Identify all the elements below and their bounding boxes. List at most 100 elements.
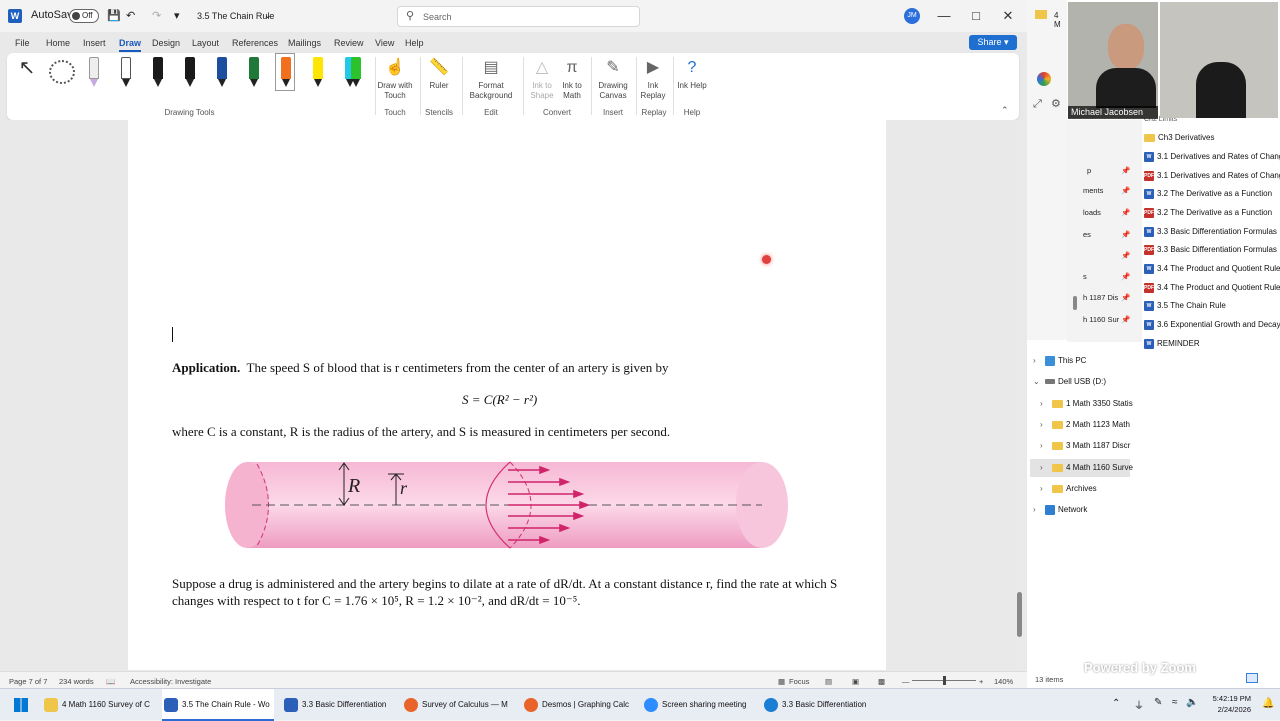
quick-access-item[interactable]: ments xyxy=(1083,186,1103,195)
tree-item-folder[interactable]: › Archives xyxy=(1040,482,1097,496)
taskbar-edge[interactable]: 3.3 Basic Differentiation xyxy=(762,689,882,721)
highlighter-orange-icon[interactable] xyxy=(275,53,295,91)
accessibility-status[interactable]: Accessibility: Investigate xyxy=(130,677,211,686)
page-count[interactable]: Page 7 of 7 xyxy=(9,677,47,686)
chevron-right-icon[interactable]: › xyxy=(1033,503,1045,517)
menu-file[interactable]: File xyxy=(15,38,30,48)
file-item[interactable]: W 3.5 The Chain Rule xyxy=(1144,299,1226,313)
nav-scrollbar-thumb[interactable] xyxy=(1073,296,1077,310)
taskbar-zoom[interactable]: Screen sharing meeting xyxy=(642,689,754,721)
chevron-right-icon[interactable]: › xyxy=(1040,397,1052,411)
ink-help-button[interactable]: Ink Help xyxy=(677,81,707,91)
taskbar-firefox-desmos[interactable]: Desmos | Graphing Calc xyxy=(522,689,634,721)
menu-review[interactable]: Review xyxy=(334,38,364,48)
chevron-right-icon[interactable]: › xyxy=(1040,482,1052,496)
menu-mailings[interactable]: Mailings xyxy=(288,38,321,48)
drawing-canvas-icon[interactable]: ✎ xyxy=(603,58,623,78)
menu-insert[interactable]: Insert xyxy=(83,38,106,48)
chevron-right-icon[interactable]: › xyxy=(1040,418,1052,432)
ruler-button[interactable]: Ruler xyxy=(421,81,457,91)
pen-lavender-icon[interactable] xyxy=(87,57,99,87)
customize-qat-icon[interactable]: ▾ xyxy=(174,9,180,22)
zoom-out-icon[interactable]: — xyxy=(902,677,910,686)
tree-item-this-pc[interactable]: › This PC xyxy=(1033,354,1086,368)
vertical-scrollbar[interactable] xyxy=(1016,120,1024,670)
tree-item-folder[interactable]: › 3 Math 1187 Discr xyxy=(1040,439,1130,453)
pen-green-icon[interactable] xyxy=(247,57,259,87)
format-background-icon[interactable]: ▤ xyxy=(481,58,501,78)
file-item[interactable]: PDF 3.4 The Product and Quotient Rule xyxy=(1144,281,1280,295)
wifi-icon[interactable]: ≈ xyxy=(1172,697,1178,708)
ink-replay-icon[interactable]: ▶ xyxy=(643,58,663,78)
clock[interactable]: 5:42:19 PM 2/24/2026 xyxy=(1205,693,1251,715)
windows-start-icon[interactable] xyxy=(14,698,28,712)
menu-home[interactable]: Home xyxy=(46,38,70,48)
menu-references[interactable]: References xyxy=(232,38,278,48)
document-title[interactable]: 3.5 The Chain Rule xyxy=(197,11,274,21)
zoom-in-icon[interactable]: + xyxy=(979,677,983,686)
file-item[interactable]: Ch3 Derivatives xyxy=(1144,131,1214,145)
speaker-icon[interactable]: 🔈 xyxy=(1186,697,1198,708)
tree-item-folder-selected[interactable]: › 4 Math 1160 Surve xyxy=(1040,461,1133,475)
tree-item-network[interactable]: › Network xyxy=(1033,503,1087,517)
focus-icon[interactable]: ▦ xyxy=(778,677,785,686)
file-item[interactable]: W 3.3 Basic Differentiation Formulas xyxy=(1144,225,1277,239)
autosave-toggle[interactable]: Off xyxy=(69,9,99,23)
quick-access-item[interactable]: h 1187 Dis xyxy=(1083,293,1118,302)
redo-icon[interactable]: ↷ xyxy=(152,9,161,22)
highlighter-green-icon[interactable] xyxy=(349,57,361,87)
quick-access-item[interactable]: s xyxy=(1083,272,1087,281)
ink-to-math-button[interactable]: Ink to Math xyxy=(557,81,587,101)
drawing-canvas-button[interactable]: Drawing Canvas xyxy=(593,81,633,101)
quick-access-item[interactable]: h 1160 Sur xyxy=(1083,315,1119,324)
read-mode-icon[interactable]: ▤ xyxy=(825,677,832,686)
explorer-tab-title[interactable]: 4 M xyxy=(1054,11,1067,29)
gear-icon[interactable]: ⚙ xyxy=(1051,97,1061,110)
taskbar-explorer[interactable]: 4 Math 1160 Survey of C xyxy=(42,689,152,721)
save-icon[interactable]: 💾 xyxy=(107,9,121,22)
menu-draw[interactable]: Draw xyxy=(119,38,142,52)
search-box[interactable]: ⚲ Search xyxy=(397,6,640,27)
file-item[interactable]: W REMINDER xyxy=(1144,337,1200,351)
file-item[interactable]: PDF 3.1 Derivatives and Rates of Chang xyxy=(1144,169,1280,183)
undo-icon[interactable]: ↶ xyxy=(126,9,135,22)
quick-access-item[interactable]: es xyxy=(1083,230,1091,239)
maximize-icon[interactable]: □ xyxy=(966,8,986,23)
tree-item-folder[interactable]: › 1 Math 3350 Statis xyxy=(1040,397,1133,411)
ink-to-math-icon[interactable]: π xyxy=(562,58,582,78)
quick-access-item[interactable]: p xyxy=(1087,166,1091,175)
expand-icon[interactable]: ⤢ xyxy=(1033,98,1042,111)
lasso-select-icon[interactable] xyxy=(49,60,75,84)
file-item[interactable]: PDF 3.3 Basic Differentiation Formulas xyxy=(1144,243,1277,257)
ink-to-shape-icon[interactable]: △ xyxy=(532,58,552,78)
ink-to-shape-button[interactable]: Ink to Shape xyxy=(527,81,557,101)
taskbar-word-chain-rule[interactable]: 3.5 The Chain Rule - Wo xyxy=(162,689,274,721)
file-item[interactable]: W 3.1 Derivatives and Rates of Chang xyxy=(1144,150,1280,164)
close-icon[interactable]: ✕ xyxy=(998,8,1018,24)
chevron-down-icon[interactable]: ⌄ xyxy=(1033,375,1045,389)
highlighter-yellow-icon[interactable] xyxy=(311,57,323,87)
file-item[interactable]: W 3.2 The Derivative as a Function xyxy=(1144,187,1272,201)
file-item[interactable]: PDF 3.2 The Derivative as a Function xyxy=(1144,206,1272,220)
pen-black-icon[interactable] xyxy=(151,57,163,87)
details-view-icon[interactable] xyxy=(1246,673,1258,683)
tree-item-usb[interactable]: ⌄ Dell USB (D:) xyxy=(1033,375,1106,389)
menu-design[interactable]: Design xyxy=(152,38,180,48)
select-arrow-icon[interactable]: ↖ xyxy=(17,58,37,78)
copilot-icon[interactable] xyxy=(1037,72,1051,86)
file-item[interactable]: W 3.6 Exponential Growth and Decay xyxy=(1144,318,1280,332)
collapse-ribbon-icon[interactable]: ⌃ xyxy=(1001,105,1009,116)
pen-white-icon[interactable] xyxy=(119,57,131,87)
word-count[interactable]: 234 words xyxy=(59,677,94,686)
minimize-icon[interactable]: — xyxy=(934,8,954,23)
web-layout-icon[interactable]: ▩ xyxy=(878,677,885,686)
chevron-right-icon[interactable]: › xyxy=(1040,439,1052,453)
file-item[interactable]: W 3.4 The Product and Quotient Rule xyxy=(1144,262,1280,276)
menu-view[interactable]: View xyxy=(375,38,394,48)
chevron-right-icon[interactable]: › xyxy=(1040,461,1052,475)
avatar[interactable]: JM xyxy=(904,8,920,24)
taskbar-firefox-survey[interactable]: Survey of Calculus — M xyxy=(402,689,514,721)
chevron-down-icon[interactable]: ⌄ xyxy=(264,10,272,21)
pen-blue-icon[interactable] xyxy=(215,57,227,87)
zoom-slider-thumb[interactable] xyxy=(943,676,946,685)
